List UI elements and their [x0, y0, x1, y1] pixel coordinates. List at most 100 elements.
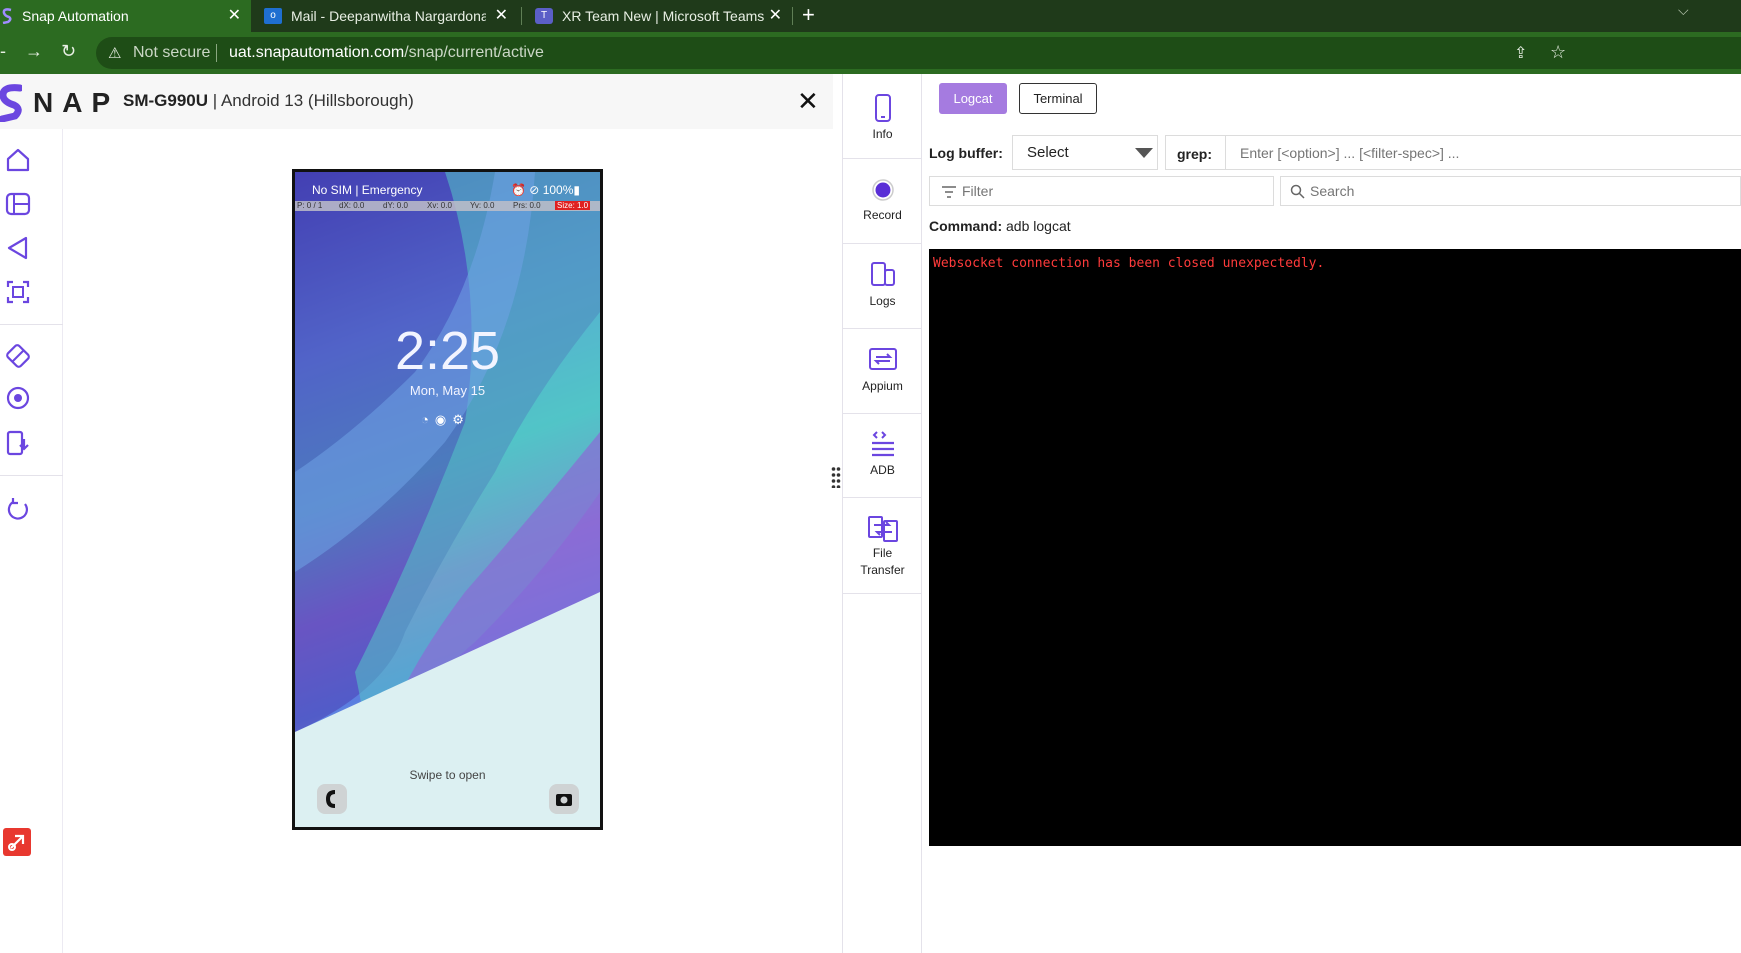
- file-transfer-icon: [867, 516, 898, 542]
- appium-icon: [868, 348, 897, 370]
- lockscreen-clock: 2:25: [394, 321, 501, 381]
- menu-item-label: Info: [872, 127, 893, 141]
- device-screen[interactable]: No SIM | Emergency ⏰ ⊘ 100%▮ P: 0 / 1 dX…: [292, 169, 603, 830]
- recent-apps-icon[interactable]: [4, 190, 32, 218]
- pointer-xv: Xv: 0.0: [427, 201, 452, 210]
- menu-item-label: Record: [863, 208, 902, 222]
- filter-input[interactable]: [962, 177, 1267, 205]
- browser-tab-strip: Snap Automation ✕ o Mail - Deepanwitha N…: [0, 0, 1741, 32]
- command-value: adb logcat: [1002, 218, 1071, 234]
- menu-item-label: Logs: [869, 294, 896, 308]
- tab-snap-automation[interactable]: Snap Automation ✕: [0, 0, 251, 32]
- phone-icon: [874, 94, 891, 122]
- bookmark-star-icon[interactable]: ☆: [1550, 42, 1566, 63]
- resize-grip-icon[interactable]: [831, 466, 841, 488]
- pointer-location-bar: P: 0 / 1 dX: 0.0 dY: 0.0 Xv: 0.0 Yv: 0.0…: [295, 201, 600, 211]
- teams-icon: T: [535, 8, 553, 24]
- phone-shortcut-icon[interactable]: [317, 784, 347, 814]
- install-app-icon[interactable]: [4, 429, 32, 457]
- grep-label: grep:: [1177, 146, 1212, 162]
- search-icon: [1290, 184, 1305, 199]
- tab-terminal[interactable]: Terminal: [1019, 83, 1097, 114]
- pointer-size: Size: 1.0: [555, 201, 591, 210]
- pointer-prs: Prs: 0.0: [513, 201, 541, 210]
- console-error-message: Websocket connection has been closed une…: [933, 256, 1325, 271]
- filter-icon: [942, 186, 956, 198]
- omnibox-divider: [216, 44, 217, 62]
- close-device-button[interactable]: ✕: [797, 86, 819, 117]
- menu-item-file-transfer[interactable]: File Transfer: [843, 498, 922, 594]
- reload-icon[interactable]: ↻: [61, 41, 76, 62]
- menu-item-adb[interactable]: ADB: [843, 414, 922, 498]
- address-bar: ‐ → ↻ ⚠ Not secure uat.snapautomation.co…: [0, 32, 1741, 74]
- pointer-yv: Yv: 0.0: [470, 201, 495, 210]
- carrier-status: No SIM | Emergency: [312, 183, 423, 197]
- menu-item-label: Appium: [862, 379, 903, 393]
- device-title: SM-G990U | Android 13 (Hillsborough): [123, 91, 414, 111]
- battery-status: ⏰ ⊘ 100%▮: [511, 183, 580, 197]
- menu-item-info[interactable]: Info: [843, 74, 922, 159]
- search-input[interactable]: [1310, 177, 1730, 205]
- url-text[interactable]: uat.snapautomation.com/snap/current/acti…: [229, 44, 544, 62]
- menu-item-label: ADB: [870, 463, 895, 477]
- chevron-down-icon[interactable]: ⌵: [1678, 2, 1689, 19]
- rail-divider: [0, 324, 63, 325]
- screenshot-icon[interactable]: [4, 278, 32, 306]
- tab-separator: [521, 7, 522, 25]
- security-label[interactable]: Not secure: [133, 44, 210, 62]
- swipe-hint: Swipe to open: [409, 768, 486, 782]
- bug-report-icon[interactable]: [3, 828, 31, 856]
- command-label: Command:: [929, 218, 1003, 234]
- device-info: | Android 13 (Hillsborough): [208, 91, 414, 110]
- close-icon[interactable]: ✕: [495, 7, 508, 25]
- command-line: Command: adb logcat: [929, 218, 1071, 234]
- warning-icon: ⚠: [108, 45, 122, 62]
- back-triangle-icon[interactable]: [4, 234, 32, 262]
- home-icon[interactable]: [4, 146, 32, 174]
- pointer-dx: dX: 0.0: [339, 201, 365, 210]
- logo-text: NAP: [33, 87, 120, 118]
- menu-item-logs[interactable]: Logs: [843, 244, 922, 329]
- tab-separator: [792, 7, 793, 25]
- menu-item-label: File: [872, 546, 893, 560]
- new-tab-button[interactable]: +: [802, 2, 815, 28]
- outlook-icon: o: [264, 8, 282, 24]
- adb-icon: [871, 431, 894, 457]
- tab-teams[interactable]: T XR Team New | Microsoft Teams ✕: [527, 0, 792, 32]
- snap-logo-icon: [0, 84, 22, 122]
- grep-field-group: grep:: [1165, 135, 1741, 170]
- forward-icon[interactable]: →: [25, 41, 43, 62]
- rail-divider: [0, 475, 63, 476]
- url-field[interactable]: ⚠ Not secure uat.snapautomation.com/snap…: [96, 37, 1741, 69]
- lockscreen-date: Mon, May 15: [409, 383, 486, 398]
- menu-item-appium[interactable]: Appium: [843, 329, 922, 414]
- tab-mail[interactable]: o Mail - Deepanwitha Nargardona ✕: [258, 0, 518, 32]
- tab-logcat[interactable]: Logcat: [939, 83, 1007, 114]
- pointer-p: P: 0 / 1: [297, 201, 323, 210]
- camera-shortcut-icon[interactable]: [549, 784, 579, 814]
- caret-down-icon: [1135, 148, 1153, 158]
- location-icon[interactable]: [4, 385, 32, 413]
- back-icon[interactable]: ‐: [0, 41, 6, 62]
- refresh-icon[interactable]: [4, 495, 32, 523]
- menu-item-record[interactable]: Record: [843, 159, 922, 244]
- close-icon[interactable]: ✕: [228, 7, 241, 25]
- share-icon[interactable]: ⇪: [1514, 43, 1527, 63]
- search-field-group: [1280, 176, 1741, 206]
- tab-title: XR Team New | Microsoft Teams: [562, 8, 765, 24]
- record-icon: [871, 179, 894, 201]
- close-icon[interactable]: ✕: [769, 7, 782, 25]
- lockscreen-status-icons: ◔◉⚙: [421, 412, 470, 427]
- menu-item-label-line2: Transfer: [860, 563, 905, 577]
- grep-input[interactable]: [1225, 136, 1741, 169]
- pointer-dy: dY: 0.0: [383, 201, 408, 210]
- status-bar: No SIM | Emergency ⏰ ⊘ 100%▮: [295, 182, 600, 198]
- filter-field-group: [929, 176, 1274, 206]
- log-buffer-select[interactable]: Select: [1012, 135, 1158, 170]
- wallpaper: [295, 172, 600, 827]
- rotate-screen-icon[interactable]: [4, 342, 32, 370]
- tab-title: Snap Automation: [22, 8, 129, 24]
- log-console[interactable]: Websocket connection has been closed une…: [929, 249, 1741, 846]
- snap-logo-icon: [2, 8, 12, 24]
- device-model: SM-G990U: [123, 91, 209, 110]
